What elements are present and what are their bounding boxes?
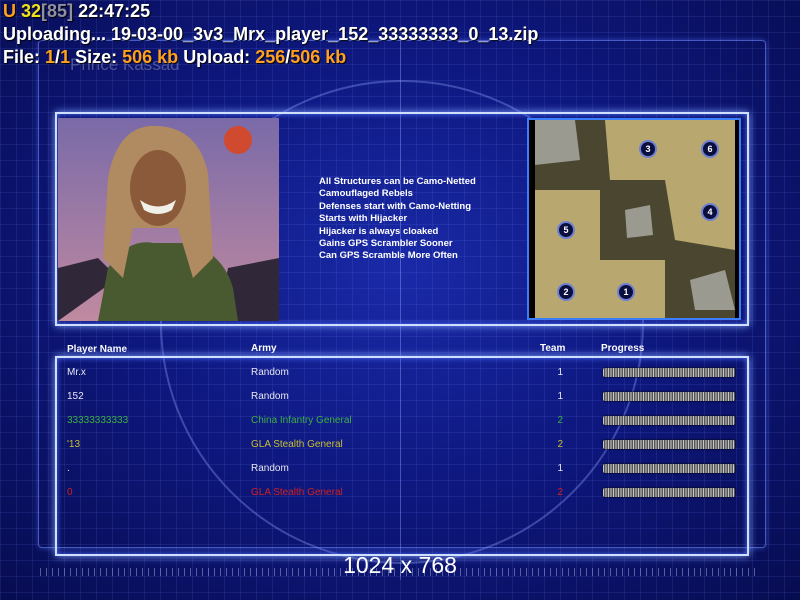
player-name: 33333333333 [67,415,129,426]
status-line-2: Uploading... 19-03-00_3v3_Mrx_player_152… [3,23,538,46]
upload-total: 506 kb [290,47,347,67]
player-army: Random [251,463,289,474]
size-value: 506 kb [122,47,179,67]
upload-status-overlay: U 32[85] 22:47:25 Uploading... 19-03-00_… [3,0,538,69]
status-count: 32 [21,1,42,21]
player-team: 2 [557,439,563,450]
size-label: Size: [75,47,118,67]
status-bracket-count: [85] [41,1,74,21]
player-name: '13 [67,439,81,450]
player-team: 1 [557,463,563,474]
trait: Hijacker is always cloaked [319,225,439,237]
trait: Camouflaged Rebels [319,188,413,200]
uploading-label: Uploading... [3,24,106,44]
player-name: 152 [67,391,84,402]
player-list-panel [55,356,749,556]
player-army: Random [251,391,289,402]
player-team: 1 [557,391,563,402]
player-progress-bar [603,416,735,425]
trait: Starts with Hijacker [319,213,408,225]
start-position-marker: 2 [557,283,575,301]
status-line-1: U 32[85] 22:47:25 [3,0,538,23]
trait: Gains GPS Scrambler Sooner [319,238,453,250]
general-traits-list: All Structures can be Camo-Netted Camouf… [319,176,476,263]
player-progress-bar [603,368,735,377]
start-position-marker: 5 [557,221,575,239]
upload-done: 256 [255,47,286,67]
status-prefix: U [3,1,16,21]
player-team: 1 [557,367,563,378]
header-player-name: Player Name [67,344,128,355]
upload-filename: 19-03-00_3v3_Mrx_player_152_33333333_0_1… [111,24,539,44]
status-line-3: File: 1/1 Size: 506 kb Upload: 256/506 k… [3,46,538,69]
map-preview: 1 2 3 4 5 6 [527,118,741,320]
player-army: China Infantry General [251,415,352,426]
player-name: 0 [67,487,73,498]
status-time: 22:47:25 [78,1,151,21]
header-progress: Progress [601,343,645,354]
file-total: 1 [60,47,71,67]
header-army: Army [251,343,277,354]
trait: All Structures can be Camo-Netted [319,176,476,187]
start-position-marker: 3 [639,140,657,158]
resolution-label: 1024 x 768 [343,552,457,578]
player-team: 2 [557,415,563,426]
player-progress-bar [603,464,735,473]
trait: Defenses start with Camo-Netting [319,200,472,212]
start-position-marker: 4 [701,203,719,221]
header-team: Team [540,343,566,354]
player-team: 2 [557,487,563,498]
trait: Can GPS Scramble More Often [319,250,458,262]
player-name: Mr.x [67,367,86,378]
player-name: . [67,463,70,474]
player-progress-bar [603,440,735,449]
general-portrait [58,118,279,321]
player-progress-bar [603,488,735,497]
player-army: GLA Stealth General [251,487,343,498]
player-progress-bar [603,392,735,401]
player-army: Random [251,367,289,378]
player-army: GLA Stealth General [251,439,343,450]
start-position-marker: 6 [701,140,719,158]
start-position-marker: 1 [617,283,635,301]
file-current: 1 [45,47,56,67]
file-label: File: [3,47,41,67]
upload-label: Upload: [183,47,251,67]
